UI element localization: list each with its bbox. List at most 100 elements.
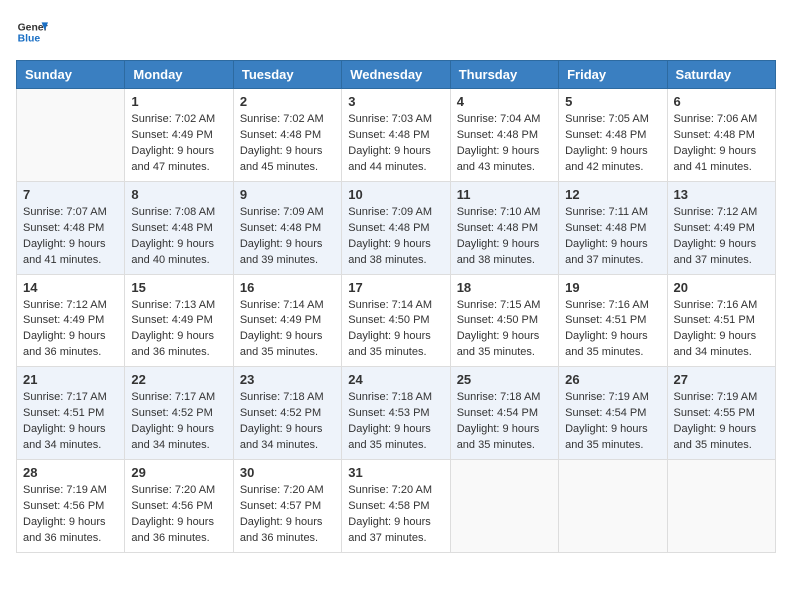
svg-text:Blue: Blue (18, 34, 41, 45)
day-number: 20 (674, 280, 769, 295)
calendar-cell: 15 Sunrise: 7:13 AMSunset: 4:49 PMDayligh… (125, 274, 233, 367)
calendar-cell: 29 Sunrise: 7:20 AMSunset: 4:56 PMDayligh… (125, 460, 233, 553)
calendar-cell: 18 Sunrise: 7:15 AMSunset: 4:50 PMDayligh… (450, 274, 558, 367)
day-info: Sunrise: 7:19 AMSunset: 4:56 PMDaylight:… (23, 483, 118, 547)
calendar-week-row: 1Sunrise: 7:02 AMSunset: 4:49 PMDaylight… (17, 89, 776, 182)
calendar-week-row: 7Sunrise: 7:07 AMSunset: 4:48 PMDaylight… (17, 181, 776, 274)
calendar-cell: 21Sunrise: 7:17 AMSunset: 4:51 PMDayligh… (17, 367, 125, 460)
calendar-body: 1Sunrise: 7:02 AMSunset: 4:49 PMDaylight… (17, 89, 776, 553)
calendar-cell: 24 Sunrise: 7:18 AMSunset: 4:53 PMDayligh… (342, 367, 450, 460)
logo-icon: General Blue (16, 16, 48, 48)
day-number: 16 (240, 280, 335, 295)
day-number: 15 (131, 280, 226, 295)
day-info: Sunrise: 7:16 AMSunset: 4:51 PMDaylight:… (674, 298, 769, 362)
calendar-cell: 8 Sunrise: 7:08 AMSunset: 4:48 PMDaylight… (125, 181, 233, 274)
day-number: 19 (565, 280, 660, 295)
day-info: Sunrise: 7:08 AMSunset: 4:48 PMDaylight:… (131, 205, 226, 269)
day-number: 24 (348, 372, 443, 387)
day-info: Sunrise: 7:18 AMSunset: 4:53 PMDaylight:… (348, 390, 443, 454)
day-number: 13 (674, 187, 769, 202)
day-info: Sunrise: 7:13 AMSunset: 4:49 PMDaylight:… (131, 298, 226, 362)
day-info: Sunrise: 7:07 AMSunset: 4:48 PMDaylight:… (23, 205, 118, 269)
calendar-week-row: 28 Sunrise: 7:19 AMSunset: 4:56 PMDayligh… (17, 460, 776, 553)
day-info: Sunrise: 7:10 AMSunset: 4:48 PMDaylight:… (457, 205, 552, 269)
day-number: 8 (131, 187, 226, 202)
day-info: Sunrise: 7:15 AMSunset: 4:50 PMDaylight:… (457, 298, 552, 362)
day-header-monday: Monday (125, 61, 233, 89)
calendar-cell: 4Sunrise: 7:04 AMSunset: 4:48 PMDaylight… (450, 89, 558, 182)
day-info: Sunrise: 7:03 AMSunset: 4:48 PMDaylight:… (348, 112, 443, 176)
day-header-saturday: Saturday (667, 61, 775, 89)
calendar-cell: 26 Sunrise: 7:19 AMSunset: 4:54 PMDayligh… (559, 367, 667, 460)
day-number: 27 (674, 372, 769, 387)
day-number: 29 (131, 465, 226, 480)
day-info: Sunrise: 7:11 AMSunset: 4:48 PMDaylight:… (565, 205, 660, 269)
day-number: 26 (565, 372, 660, 387)
day-number: 22 (131, 372, 226, 387)
day-number: 17 (348, 280, 443, 295)
calendar-cell: 6 Sunrise: 7:06 AMSunset: 4:48 PMDaylight… (667, 89, 775, 182)
calendar-cell: 22Sunrise: 7:17 AMSunset: 4:52 PMDayligh… (125, 367, 233, 460)
day-number: 23 (240, 372, 335, 387)
calendar-cell: 17 Sunrise: 7:14 AMSunset: 4:50 PMDayligh… (342, 274, 450, 367)
day-number: 10 (348, 187, 443, 202)
calendar-cell (450, 460, 558, 553)
calendar-cell: 25 Sunrise: 7:18 AMSunset: 4:54 PMDayligh… (450, 367, 558, 460)
day-number: 25 (457, 372, 552, 387)
day-info: Sunrise: 7:14 AMSunset: 4:49 PMDaylight:… (240, 298, 335, 362)
calendar-cell (559, 460, 667, 553)
day-info: Sunrise: 7:18 AMSunset: 4:52 PMDaylight:… (240, 390, 335, 454)
calendar-cell: 16 Sunrise: 7:14 AMSunset: 4:49 PMDayligh… (233, 274, 341, 367)
calendar-header-row: SundayMondayTuesdayWednesdayThursdayFrid… (17, 61, 776, 89)
day-info: Sunrise: 7:16 AMSunset: 4:51 PMDaylight:… (565, 298, 660, 362)
calendar-cell: 9 Sunrise: 7:09 AMSunset: 4:48 PMDaylight… (233, 181, 341, 274)
day-info: Sunrise: 7:12 AMSunset: 4:49 PMDaylight:… (23, 298, 118, 362)
calendar-cell: 2Sunrise: 7:02 AMSunset: 4:48 PMDaylight… (233, 89, 341, 182)
calendar-cell (17, 89, 125, 182)
day-header-sunday: Sunday (17, 61, 125, 89)
day-info: Sunrise: 7:19 AMSunset: 4:55 PMDaylight:… (674, 390, 769, 454)
logo: General Blue (16, 16, 48, 48)
day-number: 31 (348, 465, 443, 480)
day-header-thursday: Thursday (450, 61, 558, 89)
calendar-week-row: 14 Sunrise: 7:12 AMSunset: 4:49 PMDayligh… (17, 274, 776, 367)
calendar-cell (667, 460, 775, 553)
day-number: 11 (457, 187, 552, 202)
calendar-cell: 20 Sunrise: 7:16 AMSunset: 4:51 PMDayligh… (667, 274, 775, 367)
calendar-cell: 12Sunrise: 7:11 AMSunset: 4:48 PMDayligh… (559, 181, 667, 274)
day-info: Sunrise: 7:14 AMSunset: 4:50 PMDaylight:… (348, 298, 443, 362)
day-info: Sunrise: 7:09 AMSunset: 4:48 PMDaylight:… (348, 205, 443, 269)
day-number: 14 (23, 280, 118, 295)
day-number: 5 (565, 94, 660, 109)
day-header-friday: Friday (559, 61, 667, 89)
calendar-cell: 14 Sunrise: 7:12 AMSunset: 4:49 PMDayligh… (17, 274, 125, 367)
calendar-cell: 3Sunrise: 7:03 AMSunset: 4:48 PMDaylight… (342, 89, 450, 182)
day-header-tuesday: Tuesday (233, 61, 341, 89)
calendar-cell: 13 Sunrise: 7:12 AMSunset: 4:49 PMDayligh… (667, 181, 775, 274)
day-header-wednesday: Wednesday (342, 61, 450, 89)
day-number: 18 (457, 280, 552, 295)
day-number: 1 (131, 94, 226, 109)
day-info: Sunrise: 7:12 AMSunset: 4:49 PMDaylight:… (674, 205, 769, 269)
day-info: Sunrise: 7:06 AMSunset: 4:48 PMDaylight:… (674, 112, 769, 176)
day-number: 28 (23, 465, 118, 480)
day-number: 6 (674, 94, 769, 109)
calendar-cell: 23 Sunrise: 7:18 AMSunset: 4:52 PMDayligh… (233, 367, 341, 460)
day-info: Sunrise: 7:05 AMSunset: 4:48 PMDaylight:… (565, 112, 660, 176)
calendar-cell: 28 Sunrise: 7:19 AMSunset: 4:56 PMDayligh… (17, 460, 125, 553)
day-number: 9 (240, 187, 335, 202)
day-info: Sunrise: 7:04 AMSunset: 4:48 PMDaylight:… (457, 112, 552, 176)
day-info: Sunrise: 7:19 AMSunset: 4:54 PMDaylight:… (565, 390, 660, 454)
calendar-cell: 7Sunrise: 7:07 AMSunset: 4:48 PMDaylight… (17, 181, 125, 274)
calendar-cell: 1Sunrise: 7:02 AMSunset: 4:49 PMDaylight… (125, 89, 233, 182)
day-info: Sunrise: 7:02 AMSunset: 4:48 PMDaylight:… (240, 112, 335, 176)
day-info: Sunrise: 7:09 AMSunset: 4:48 PMDaylight:… (240, 205, 335, 269)
calendar-cell: 30Sunrise: 7:20 AMSunset: 4:57 PMDayligh… (233, 460, 341, 553)
day-info: Sunrise: 7:18 AMSunset: 4:54 PMDaylight:… (457, 390, 552, 454)
day-number: 30 (240, 465, 335, 480)
calendar-table: SundayMondayTuesdayWednesdayThursdayFrid… (16, 60, 776, 553)
day-number: 21 (23, 372, 118, 387)
day-info: Sunrise: 7:20 AMSunset: 4:56 PMDaylight:… (131, 483, 226, 547)
calendar-cell: 5 Sunrise: 7:05 AMSunset: 4:48 PMDaylight… (559, 89, 667, 182)
calendar-cell: 31Sunrise: 7:20 AMSunset: 4:58 PMDayligh… (342, 460, 450, 553)
